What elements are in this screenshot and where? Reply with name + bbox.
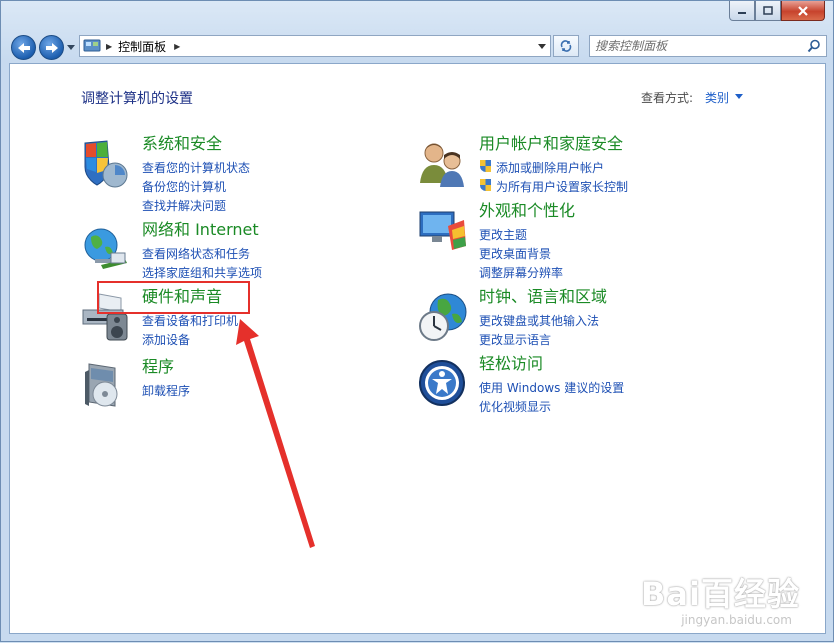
category-link[interactable]: 更改桌面背景: [479, 245, 551, 262]
close-icon: [798, 5, 808, 16]
forward-arrow-icon: [45, 42, 58, 53]
refresh-button[interactable]: [553, 35, 579, 57]
category-link[interactable]: 更改显示语言: [479, 331, 551, 348]
refresh-icon: [560, 40, 572, 52]
category-link[interactable]: 备份您的计算机: [142, 178, 226, 195]
breadcrumb-separator-icon[interactable]: ▶: [106, 42, 112, 51]
category-link[interactable]: 更改主题: [479, 226, 527, 243]
chevron-down-icon[interactable]: [735, 94, 743, 99]
network-internet-icon: [84, 228, 127, 269]
category-title[interactable]: 网络和 Internet: [142, 216, 259, 240]
recent-pages-dropdown[interactable]: [67, 45, 75, 50]
category-title[interactable]: 程序: [142, 353, 174, 377]
watermark-url: jingyan.baidu.com: [681, 613, 792, 627]
uac-shield-icon: [480, 179, 491, 191]
category-link[interactable]: 选择家庭组和共享选项: [142, 264, 262, 281]
category-title[interactable]: 外观和个性化: [479, 197, 575, 221]
address-bar[interactable]: ▶ 控制面板 ▶: [79, 35, 551, 57]
search-input[interactable]: [595, 37, 800, 55]
appearance-icon: [419, 211, 466, 250]
category-link[interactable]: 查找并解决问题: [142, 197, 226, 214]
category-link[interactable]: 添加或删除用户帐户: [496, 159, 604, 176]
category-title[interactable]: 系统和安全: [142, 130, 222, 154]
ease-of-access-icon: [419, 360, 465, 406]
forward-button[interactable]: [39, 35, 64, 60]
category-link[interactable]: 添加设备: [142, 331, 190, 348]
category-link[interactable]: 更改键盘或其他输入法: [479, 312, 599, 329]
category-link[interactable]: 为所有用户设置家长控制: [496, 178, 628, 195]
address-dropdown-icon[interactable]: [538, 44, 546, 49]
category-link[interactable]: 查看设备和打印机: [142, 312, 238, 329]
view-by-dropdown[interactable]: 类别: [705, 89, 729, 106]
programs-icon: [85, 363, 118, 407]
uac-shield-icon: [480, 160, 491, 172]
view-by-label: 查看方式:: [641, 91, 694, 105]
maximize-button[interactable]: [755, 1, 781, 21]
breadcrumb-separator-icon[interactable]: ▶: [174, 42, 180, 51]
system-security-icon: [84, 140, 128, 188]
annotation-highlight-box: [97, 281, 250, 314]
minimize-icon: [738, 11, 746, 14]
category-title[interactable]: 时钟、语言和区域: [479, 283, 607, 307]
category-link[interactable]: 查看网络状态和任务: [142, 245, 250, 262]
close-button[interactable]: [781, 1, 825, 21]
page-title: 调整计算机的设置: [81, 91, 193, 107]
user-accounts-icon: [420, 143, 464, 187]
category-link[interactable]: 查看您的计算机状态: [142, 159, 250, 176]
search-icon[interactable]: [807, 39, 821, 53]
watermark-logo: Bai百经验: [641, 575, 800, 613]
clock-language-icon: [419, 293, 467, 341]
category-title[interactable]: 用户帐户和家庭安全: [479, 130, 623, 154]
caption-buttons: [729, 1, 825, 21]
category-link[interactable]: 使用 Windows 建议的设置: [479, 379, 624, 396]
category-link[interactable]: 调整屏幕分辨率: [479, 264, 563, 281]
maximize-icon: [763, 6, 773, 15]
back-button[interactable]: [11, 35, 36, 60]
minimize-button[interactable]: [729, 1, 755, 21]
watermark: Bai百经验 jingyan.baidu.com: [641, 569, 800, 627]
category-link[interactable]: 优化视频显示: [479, 398, 551, 415]
control-panel-icon: [83, 39, 101, 52]
category-title[interactable]: 轻松访问: [479, 350, 543, 374]
breadcrumb-control-panel[interactable]: 控制面板: [118, 38, 166, 55]
search-box[interactable]: [589, 35, 827, 57]
back-arrow-icon: [17, 42, 30, 53]
control-panel-window: ▶ 控制面板 ▶ 调整计算机的设置 查看方式: 类别 系统和安全 查看您的计算机…: [0, 0, 834, 642]
category-link[interactable]: 卸载程序: [142, 382, 190, 399]
